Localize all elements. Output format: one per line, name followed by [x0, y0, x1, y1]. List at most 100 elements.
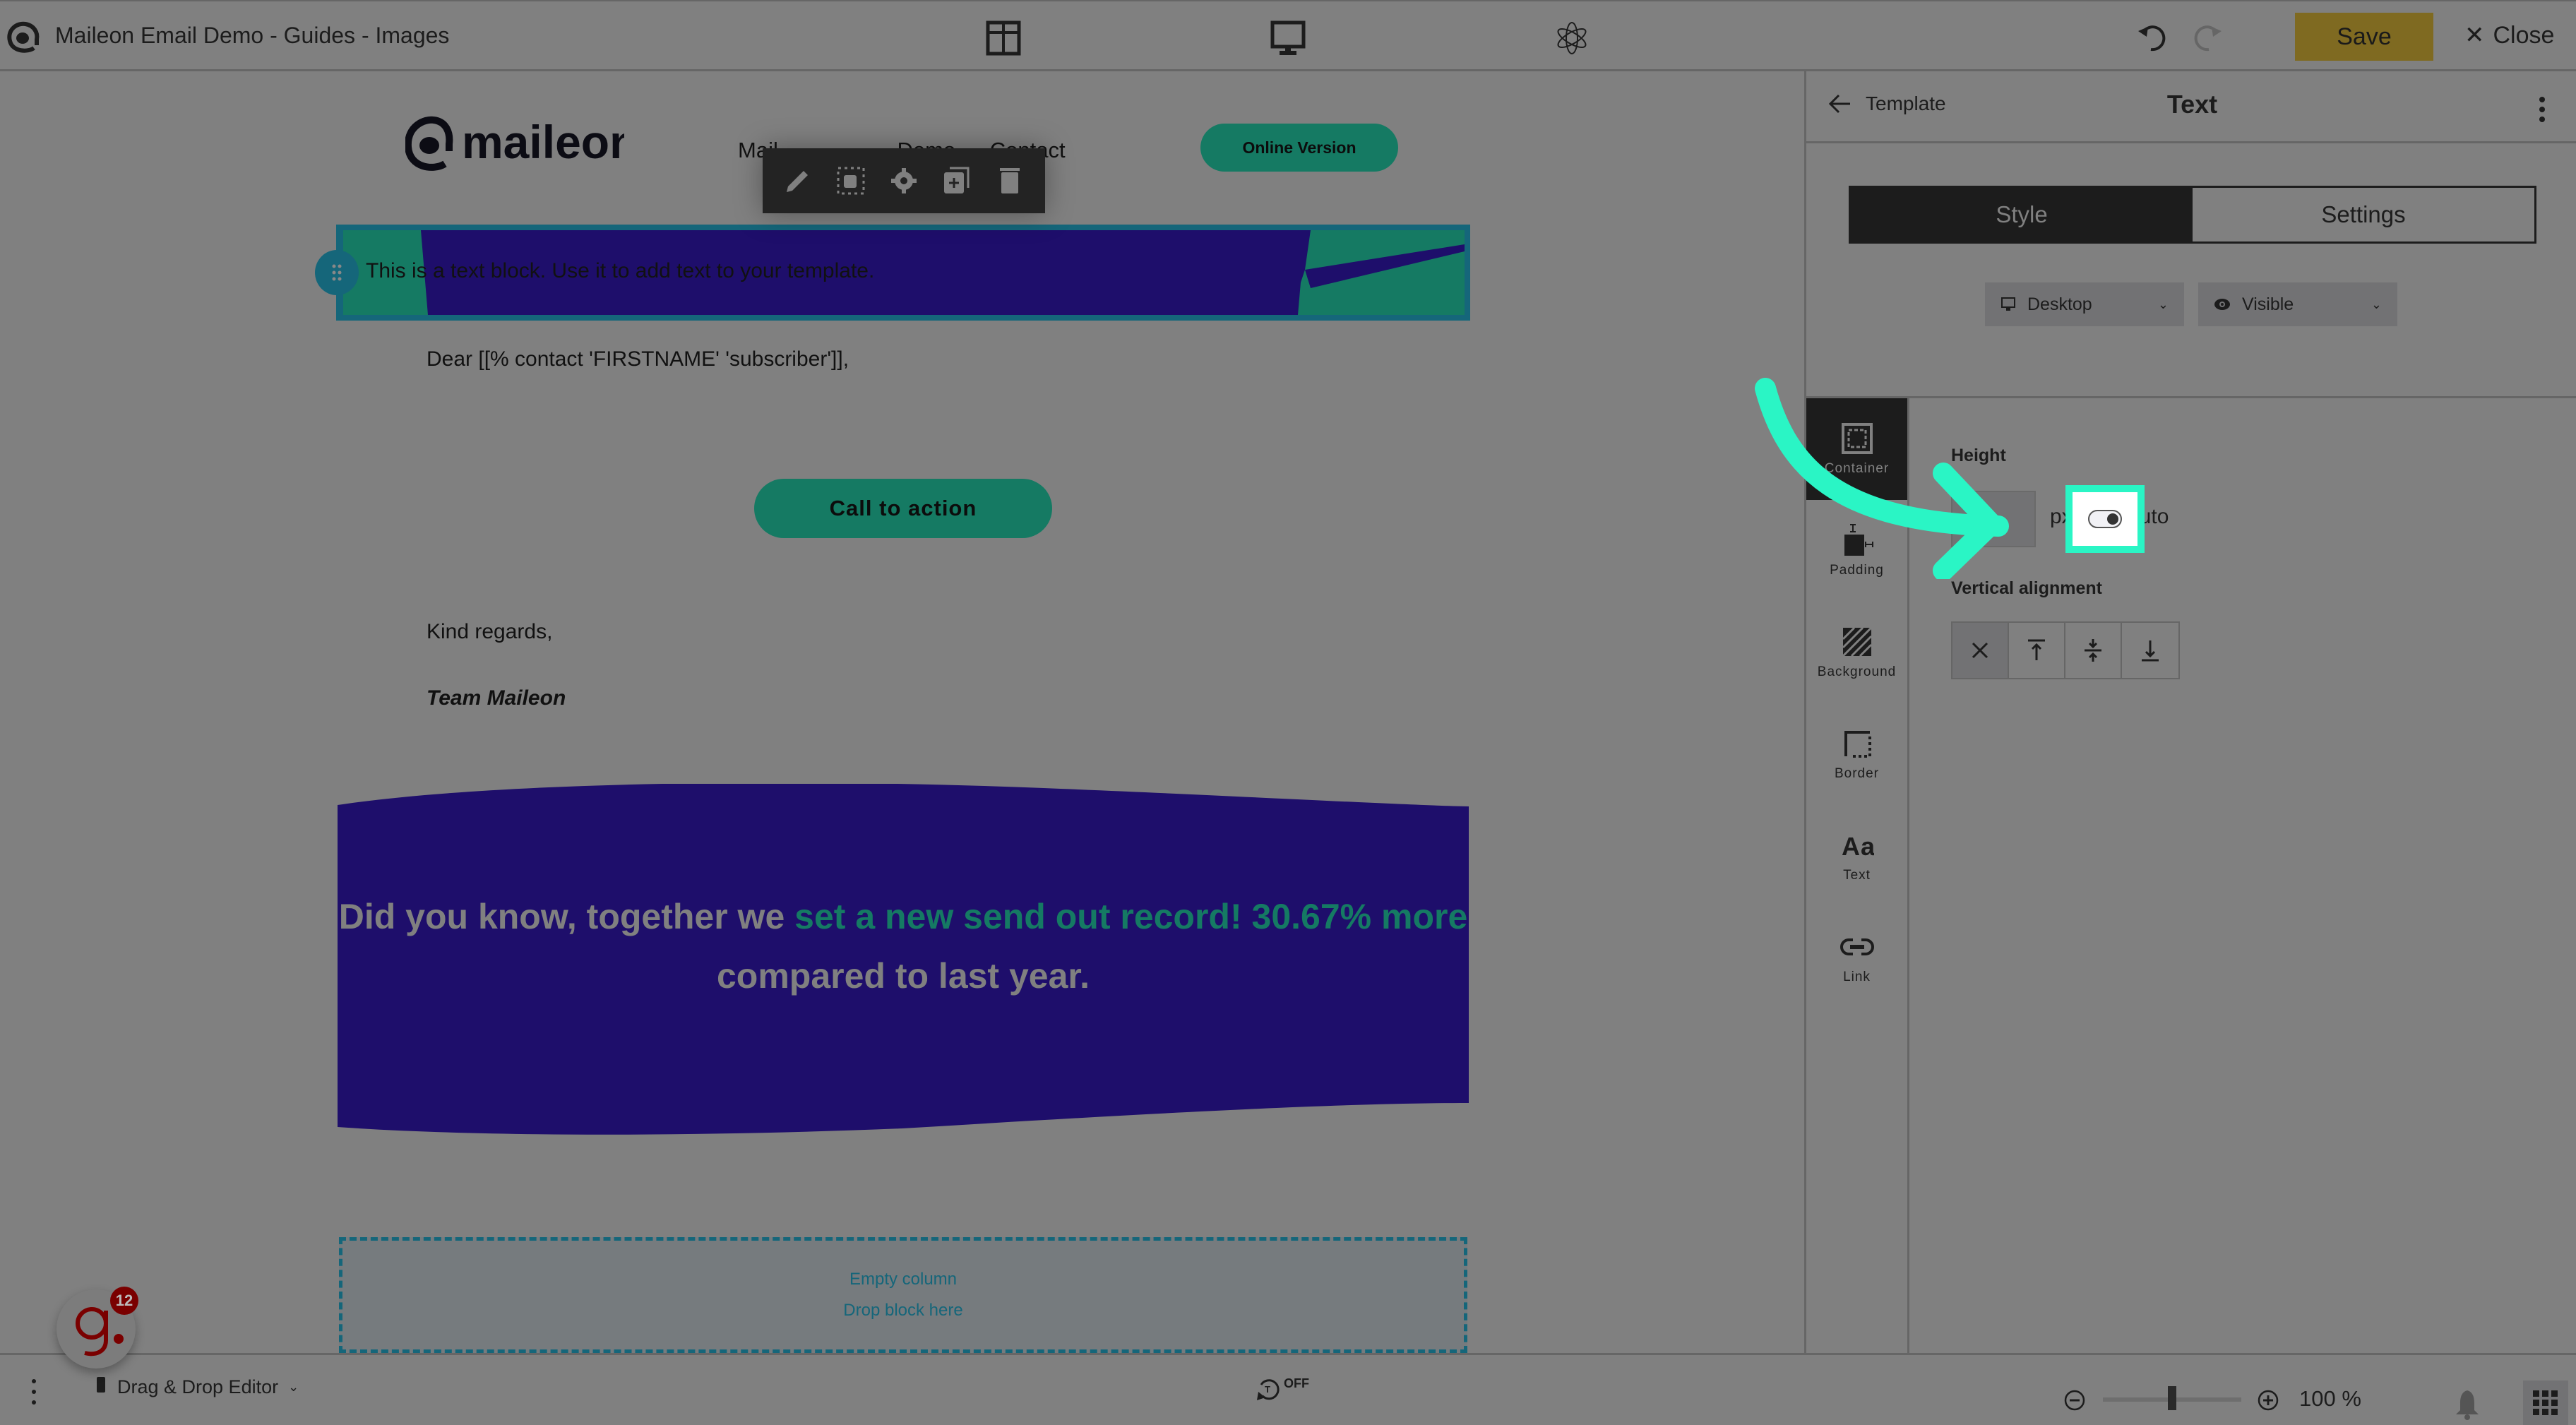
empty-column-dropzone[interactable]: Empty column Drop block here	[339, 1237, 1467, 1353]
height-input[interactable]	[1951, 491, 2036, 547]
email-logo[interactable]: maileon	[405, 116, 624, 172]
panel-header: Template Text	[1806, 71, 2576, 143]
stat-highlight: set a new send out record! 30.67% more	[794, 897, 1468, 936]
visibility-select[interactable]: Visible ⌄	[2198, 282, 2397, 326]
close-label: Close	[2493, 21, 2555, 49]
redo-icon[interactable]	[2192, 21, 2224, 54]
side-tab-label: Border	[1834, 766, 1880, 781]
text-block-content[interactable]: This is a text block. Use it to add text…	[366, 259, 874, 283]
valign-none-button[interactable]	[1952, 623, 2009, 678]
x-icon	[1972, 642, 1988, 659]
side-tab-label: Text	[1843, 868, 1871, 883]
container-icon	[1841, 423, 1873, 454]
height-auto-toggle[interactable]	[2065, 485, 2145, 553]
side-tab-text[interactable]: Aa Text	[1806, 805, 1907, 907]
delete-icon[interactable]	[994, 165, 1025, 196]
stat-text-part: compared to last year.	[716, 956, 1090, 996]
apps-grid-icon	[2533, 1390, 2558, 1415]
valign-top-button[interactable]	[2009, 623, 2065, 678]
undo-icon[interactable]	[2135, 21, 2168, 54]
chevron-down-icon: ⌄	[2371, 297, 2382, 311]
apps-grid-button[interactable]	[2523, 1381, 2568, 1425]
side-tab-border[interactable]: Border	[1806, 703, 1907, 805]
editor-mode-select[interactable]: Drag & Drop Editor ⌄	[95, 1376, 299, 1398]
closing-text[interactable]: Kind regards,	[427, 620, 552, 644]
side-tab-label: Padding	[1830, 563, 1884, 578]
block-toolbar	[763, 148, 1045, 213]
vertical-alignment-group	[1951, 621, 2180, 679]
panel-tabs: Style Settings	[1849, 186, 2536, 244]
zoom-out-icon[interactable]	[2063, 1389, 2086, 1412]
layout-grid-icon[interactable]	[985, 20, 1022, 56]
stat-text-part: Did you know, together we	[338, 897, 795, 936]
menu-dots-icon[interactable]	[30, 1378, 38, 1406]
svg-text:Aa: Aa	[1842, 832, 1874, 861]
panel-title: Text	[2166, 90, 2218, 119]
close-icon: ✕	[2464, 22, 2485, 49]
select-parent-icon[interactable]	[835, 165, 866, 196]
zoom-slider-thumb[interactable]	[2168, 1386, 2176, 1410]
device-select[interactable]: Desktop ⌄	[1985, 282, 2184, 326]
divider	[1806, 396, 2576, 398]
tab-style[interactable]: Style	[1851, 188, 2193, 242]
empty-column-label: Empty column	[849, 1270, 958, 1289]
side-tab-container[interactable]: Container	[1806, 398, 1907, 500]
drop-block-hint: Drop block here	[843, 1301, 963, 1320]
background-hatch-icon	[1842, 626, 1872, 657]
side-tab-padding[interactable]: Padding	[1806, 500, 1907, 602]
visibility-select-value: Visible	[2242, 294, 2294, 314]
zoom-level: 100 %	[2299, 1386, 2361, 1411]
eye-icon	[2214, 299, 2230, 310]
side-tab-label: Container	[1824, 461, 1890, 476]
properties-panel: Template Text Style Settings Desktop ⌄ V…	[1804, 71, 2576, 1354]
align-bottom-icon	[2142, 640, 2159, 662]
tab-settings[interactable]: Settings	[2193, 188, 2534, 242]
valign-middle-button[interactable]	[2065, 623, 2122, 678]
desktop-icon	[2001, 297, 2015, 311]
align-middle-icon	[2085, 639, 2101, 662]
zoom-in-icon[interactable]	[2257, 1389, 2279, 1412]
more-options-icon[interactable]	[2536, 95, 2548, 124]
toggle-switch[interactable]	[2088, 510, 2122, 528]
side-tab-link[interactable]: Link	[1806, 907, 1907, 1008]
stat-text[interactable]: Did you know, together we set a new send…	[338, 887, 1469, 1006]
call-to-action-button[interactable]: Call to action	[754, 479, 1052, 538]
save-button[interactable]: Save	[2295, 13, 2433, 61]
close-button[interactable]: ✕ Close	[2464, 21, 2554, 49]
height-label: Height	[1951, 446, 2006, 465]
atom-icon[interactable]	[1554, 20, 1590, 56]
vertical-alignment-label: Vertical alignment	[1951, 578, 2102, 598]
chevron-down-icon: ⌄	[2157, 297, 2169, 311]
editor-mode-label: Drag & Drop Editor	[117, 1376, 279, 1397]
editor-icon	[97, 1376, 105, 1393]
greeting-text[interactable]: Dear [[% contact 'FIRSTNAME' 'subscriber…	[427, 347, 849, 371]
padding-icon	[1844, 524, 1873, 556]
chevron-down-icon: ⌄	[288, 1380, 299, 1394]
email-logo-text: maileon	[462, 116, 624, 168]
side-tab-label: Background	[1817, 664, 1897, 679]
valign-bottom-button[interactable]	[2122, 623, 2178, 678]
drag-handle[interactable]	[315, 250, 359, 295]
side-tab-label: Link	[1843, 970, 1871, 984]
autosave-state: OFF	[1284, 1376, 1309, 1390]
bottom-bar: Drag & Drop Editor ⌄ T OFF 100 %	[0, 1353, 2576, 1425]
edit-icon[interactable]	[782, 165, 813, 196]
drag-dots-icon	[332, 264, 342, 281]
side-tab-background[interactable]: Background	[1806, 602, 1907, 703]
online-version-button[interactable]: Online Version	[1200, 124, 1398, 172]
top-bar: Maileon Email Demo - Guides - Images Sav…	[0, 0, 2576, 71]
svg-text:T: T	[1265, 1384, 1270, 1395]
notifications-bell-icon[interactable]	[2453, 1389, 2481, 1420]
style-category-sidebar: Container Padding Background Border Aa T…	[1806, 398, 1909, 1354]
border-icon	[1844, 731, 1871, 758]
autosave-timer-icon: T	[1257, 1379, 1280, 1400]
notification-count-badge: 12	[110, 1287, 138, 1315]
duplicate-icon[interactable]	[941, 165, 972, 196]
device-select-value: Desktop	[2027, 294, 2092, 314]
desktop-preview-icon[interactable]	[1270, 20, 1306, 56]
autosave-toggle[interactable]: T OFF	[1256, 1376, 1309, 1402]
settings-icon[interactable]	[888, 165, 919, 196]
text-aa-icon: Aa	[1842, 832, 1874, 861]
signature-text[interactable]: Team Maileon	[427, 686, 566, 710]
link-icon	[1839, 938, 1874, 955]
